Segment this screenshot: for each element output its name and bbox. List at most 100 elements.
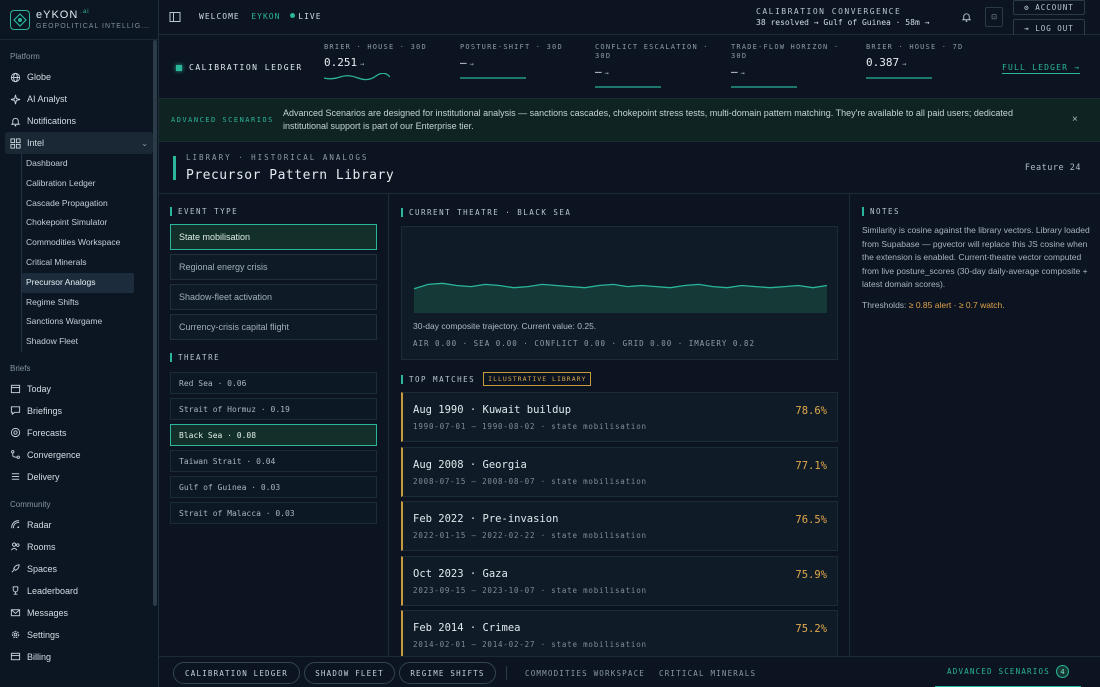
sidebar-item-settings[interactable]: Settings <box>0 624 158 646</box>
section-platform: Platform <box>10 52 40 61</box>
sidebar-item-rooms[interactable]: Rooms <box>0 536 158 558</box>
sidebar-subitem-calibration-ledger[interactable]: Calibration Ledger <box>22 174 134 194</box>
match-card[interactable]: Feb 2014 · Crimea 2014-02-01 – 2014-02-27… <box>401 610 838 656</box>
bottom-link-critical-minerals[interactable]: CRITICAL MINERALS <box>659 669 756 678</box>
banner-tag: ADVANCED SCENARIOS <box>171 116 274 124</box>
sidebar-item-today[interactable]: Today <box>0 378 158 400</box>
list-icon <box>10 471 21 482</box>
theatre-option-red-sea[interactable]: Red Sea · 0.06 <box>170 372 377 394</box>
sidebar-item-label: Forecasts <box>27 427 67 438</box>
ledger-metric-number: 0.387 <box>866 56 900 69</box>
sidebar-item-messages[interactable]: Messages <box>0 602 158 624</box>
sidebar-subitem-shadow-fleet[interactable]: Shadow Fleet <box>22 332 134 352</box>
sidebar-item-briefings[interactable]: Briefings <box>0 400 158 422</box>
section-community: Community <box>10 499 51 509</box>
match-card[interactable]: Feb 2022 · Pre-invasion 2022-01-15 – 2022… <box>401 501 838 552</box>
ledger-metric-1[interactable]: BRIER · HOUSE · 30D 0.251 → <box>324 43 444 81</box>
calendar-icon <box>10 383 21 394</box>
sidebar-item-ai-analyst[interactable]: AI Analyst <box>0 88 158 110</box>
sidebar-item-leaderboard[interactable]: Leaderboard <box>0 580 158 602</box>
match-subtitle: 2014-02-01 – 2014-02-27 · state mobilisa… <box>413 640 647 650</box>
event-type-option-state-mobilisation[interactable]: State mobilisation <box>170 224 377 250</box>
ledger-metric-number: — <box>731 65 738 78</box>
welcome-user: EYKON <box>251 12 281 21</box>
match-similarity: 75.2% <box>795 623 827 636</box>
convergence-ticker[interactable]: CALIBRATION CONVERGENCE 38 resolved → Gu… <box>756 6 929 28</box>
sidebar-subitem-regime-shifts[interactable]: Regime Shifts <box>22 293 134 313</box>
bottom-link-regime-shifts[interactable]: REGIME SHIFTS <box>399 662 496 684</box>
ledger-sparkline <box>866 77 932 79</box>
sidebar-subitem-precursor-analogs[interactable]: Precursor Analogs <box>22 272 134 293</box>
ledger-metric-4[interactable]: TRADE-FLOW HORIZON · 30D — → <box>731 43 851 90</box>
ledger-metric-3[interactable]: CONFLICT ESCALATION · 30D — → <box>595 43 715 90</box>
match-title: Oct 2023 · Gaza <box>413 567 508 580</box>
bell-icon[interactable] <box>961 11 972 23</box>
section-briefs: Briefs <box>10 363 31 373</box>
ledger-metric-label: BRIER · HOUSE · 7D <box>866 43 964 51</box>
full-ledger-link[interactable]: FULL LEDGER → <box>1002 63 1081 74</box>
bottom-link-commodities-workspace[interactable]: COMMODITIES WORKSPACE <box>525 669 645 678</box>
event-type-option-shadow-fleet-activation[interactable]: Shadow-fleet activation <box>170 284 377 310</box>
ledger-metric-label: BRIER · HOUSE · 30D <box>324 43 427 51</box>
label-accent-bar <box>862 207 864 216</box>
sidebar-item-spaces[interactable]: Spaces <box>0 558 158 580</box>
sidebar-item-billing[interactable]: Billing <box>0 646 158 668</box>
brand[interactable]: eYKON .ai GEOPOLITICAL INTELLIG... <box>0 0 158 40</box>
sidebar-item-notifications[interactable]: Notifications <box>0 110 158 132</box>
theatre-option-taiwan-strait[interactable]: Taiwan Strait · 0.04 <box>170 450 377 472</box>
ledger-metric-label: POSTURE-SHIFT · 30D <box>460 43 563 51</box>
account-button[interactable]: ⚙ ACCOUNT <box>1013 0 1085 15</box>
match-card[interactable]: Aug 1990 · Kuwait buildup 1990-07-01 – 19… <box>401 392 838 442</box>
sidebar-scrollbar[interactable] <box>153 40 157 606</box>
theatre-option-strait-of-malacca[interactable]: Strait of Malacca · 0.03 <box>170 502 377 524</box>
theatre-option-gulf-of-guinea[interactable]: Gulf of Guinea · 0.03 <box>170 476 377 498</box>
match-card[interactable]: Oct 2023 · Gaza 2023-09-15 – 2023-10-07 ·… <box>401 555 838 606</box>
sidebar-item-convergence[interactable]: Convergence <box>0 444 158 466</box>
sidebar-item-intel[interactable]: Intel ⌄ <box>5 132 153 154</box>
notes-thresholds: Thresholds: ≥ 0.85 alert · ≥ 0.7 watch. <box>862 300 1005 310</box>
panel-toggle-button[interactable]: ⊡ <box>985 7 1003 27</box>
bottom-link-advanced-scenarios[interactable]: ADVANCED SCENARIOS 4 <box>935 657 1081 687</box>
theatre-option-black-sea[interactable]: Black Sea · 0.08 <box>170 424 377 446</box>
sidebar-subitem-commodities-workspace[interactable]: Commodities Workspace <box>22 233 134 253</box>
target-icon <box>10 427 21 438</box>
sidebar-item-radar[interactable]: Radar <box>0 514 158 536</box>
theatre-option-strait-of-hormuz[interactable]: Strait of Hormuz · 0.19 <box>170 398 377 420</box>
bottom-link-calibration-ledger[interactable]: CALIBRATION LEDGER <box>173 662 300 684</box>
ledger-metric-value: — → <box>731 65 851 78</box>
globe-icon <box>10 72 21 83</box>
sidebar-item-delivery[interactable]: Delivery <box>0 466 158 488</box>
sidebar-subitem-chokepoint-simulator[interactable]: Chokepoint Simulator <box>22 213 134 233</box>
close-icon[interactable]: × <box>1072 114 1078 125</box>
ledger-metric-2[interactable]: POSTURE-SHIFT · 30D — → <box>460 43 580 81</box>
ledger-metric-5[interactable]: BRIER · HOUSE · 7D 0.387 → <box>866 43 986 81</box>
page-header: LIBRARY · HISTORICAL ANALOGS Precursor P… <box>159 142 1100 194</box>
logout-icon: ⇥ <box>1024 23 1036 33</box>
sidebar-item-forecasts[interactable]: Forecasts <box>0 422 158 444</box>
sidebar-item-globe[interactable]: Globe <box>0 66 158 88</box>
ledger-metric-number: — <box>595 65 602 78</box>
advanced-scenarios-label: ADVANCED SCENARIOS <box>947 667 1050 676</box>
welcome-label: WELCOME <box>199 12 240 21</box>
ledger-metric-arrow: → <box>740 69 745 77</box>
event-type-option-currency-crisis-capital-flight[interactable]: Currency-crisis capital flight <box>170 314 377 340</box>
bottom-link-shadow-fleet[interactable]: SHADOW FLEET <box>304 662 395 684</box>
threshold-separator: · <box>953 300 957 310</box>
event-type-label: EVENT TYPE <box>170 207 238 216</box>
sidebar-subitem-dashboard[interactable]: Dashboard <box>22 154 134 174</box>
label-accent-bar <box>401 208 403 217</box>
brand-name: eYKON .ai <box>36 9 150 21</box>
match-similarity: 75.9% <box>795 568 827 581</box>
sidebar-subitem-cascade-propagation[interactable]: Cascade Propagation <box>22 194 134 214</box>
sidebar-subitem-critical-minerals[interactable]: Critical Minerals <box>22 253 134 273</box>
sidebar-subitem-sanctions-wargame[interactable]: Sanctions Wargame <box>22 312 134 332</box>
sidebar-toggle-icon[interactable] <box>169 11 181 23</box>
match-card[interactable]: Aug 2008 · Georgia 2008-07-15 – 2008-08-0… <box>401 446 838 497</box>
ledger-metric-value: — → <box>460 56 580 69</box>
match-title: Aug 2008 · Georgia <box>413 458 527 471</box>
match-subtitle: 1990-07-01 – 1990-08-02 · state mobilisa… <box>413 422 647 431</box>
match-subtitle: 2022-01-15 – 2022-02-22 · state mobilisa… <box>413 531 647 541</box>
trajectory-chart-svg <box>413 282 828 313</box>
match-subtitle: 2023-09-15 – 2023-10-07 · state mobilisa… <box>413 585 647 595</box>
event-type-option-regional-energy-crisis[interactable]: Regional energy crisis <box>170 254 377 280</box>
